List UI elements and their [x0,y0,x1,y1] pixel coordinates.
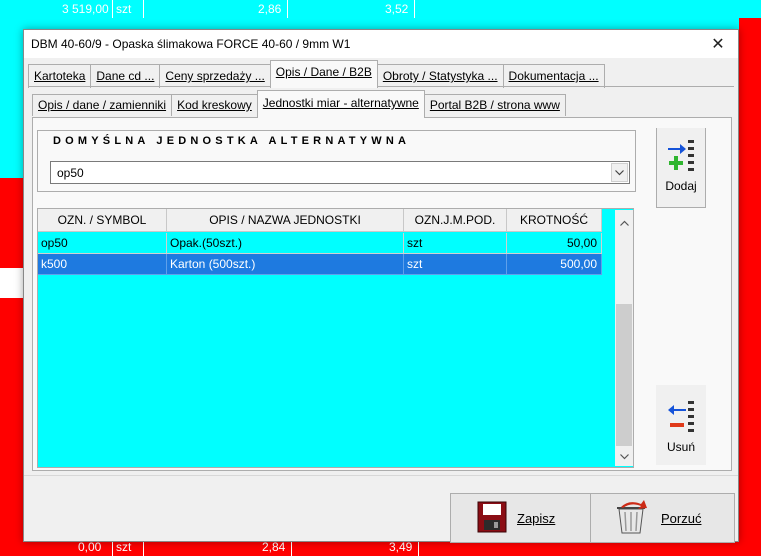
tabs-divider [28,86,734,87]
cell-factor: 500,00 [507,254,602,275]
delete-unit-button[interactable]: Usuń [656,385,706,465]
bg-red-left-lower [0,298,23,538]
trash-bin-icon [611,499,651,538]
delete-unit-label: Usuń [666,440,695,454]
scroll-thumb[interactable] [616,304,632,446]
bg-top-qty: 3 519,00 [62,0,113,18]
column-header-name[interactable]: OPIS / NAZWA JEDNOSTKI [167,209,404,232]
default-unit-value: op50 [57,166,84,180]
title-bar[interactable]: DBM 40-60/9 - Opaska ślimakowa FORCE 40-… [24,30,738,58]
cell-base-unit: szt [404,233,507,254]
background-top-row: 3 519,00 szt 2,86 3,52 [0,0,761,18]
scroll-down-icon[interactable] [615,448,633,466]
bg-top-unit: szt [116,0,144,18]
cancel-button[interactable]: Porzuć [590,493,735,543]
cell-symbol: op50 [38,233,167,254]
tab-opis-dane-b2b[interactable]: Opis / Dane / B2B [269,60,378,88]
tab-dane-cd[interactable]: Dane cd ... [90,64,161,88]
tab-portal-b2b[interactable]: Portal B2B / strona www [423,94,566,116]
cancel-label: Porzuć [661,510,702,526]
bg-top-price2: 3,52 [385,0,415,18]
save-button[interactable]: Zapisz [450,493,595,543]
add-unit-label: Dodaj [665,179,697,193]
bg-red-right [739,18,761,538]
main-tabs: Kartoteka Dane cd ... Ceny sprzedaży ...… [28,60,605,88]
table-row-selected[interactable]: k500 Karton (500szt.) szt 500,00 [38,254,602,275]
default-unit-group: DOMYŚLNA JEDNOSTKA ALTERNATYWNA op50 [37,130,636,192]
add-unit-button[interactable]: Dodaj [656,128,706,208]
table-row[interactable]: op50 Opak.(50szt.) szt 50,00 [38,233,602,254]
units-dialog: DBM 40-60/9 - Opaska ślimakowa FORCE 40-… [23,29,739,543]
column-header-factor[interactable]: KROTNOŚĆ [507,209,602,232]
chevron-down-icon[interactable] [611,163,628,182]
tab-kartoteka[interactable]: Kartoteka [28,64,92,88]
grid-scrollbar[interactable] [615,210,633,466]
cell-name: Karton (500szt.) [167,254,404,275]
scroll-up-icon[interactable] [615,214,633,232]
bg-white-left-block [0,268,23,298]
cell-base-unit: szt [404,254,507,275]
bg-top-price1: 2,86 [258,0,288,18]
column-header-base-unit[interactable]: OZN.J.M.POD. [404,209,507,232]
tab-ceny-sprzedazy[interactable]: Ceny sprzedaży ... [159,64,271,88]
floppy-disk-icon [477,501,507,536]
bg-red-left-block [0,178,23,268]
close-button[interactable]: ✕ [698,30,738,58]
tab-dokumentacja[interactable]: Dokumentacja ... [502,64,605,88]
save-label: Zapisz [517,510,556,526]
default-unit-select[interactable]: op50 [50,161,630,184]
cell-factor: 50,00 [507,233,602,254]
tab-kod-kreskowy[interactable]: Kod kreskowy [171,94,258,116]
add-row-icon [666,138,696,177]
tab-opis-zamienniki[interactable]: Opis / dane / zamienniki [32,94,173,116]
remove-row-icon [666,399,696,438]
grid-header: OZN. / SYMBOL OPIS / NAZWA JEDNOSTKI OZN… [38,209,602,232]
footer-bar: Zapisz Porzuć [24,475,738,543]
tab-jednostki-alternatywne[interactable]: Jednostki miar - alternatywne [256,90,425,118]
default-unit-title: DOMYŚLNA JEDNOSTKA ALTERNATYWNA [53,135,411,147]
cell-symbol: k500 [38,254,167,275]
column-header-symbol[interactable]: OZN. / SYMBOL [38,209,167,232]
dialog-title: DBM 40-60/9 - Opaska ślimakowa FORCE 40-… [31,37,351,51]
tab-obroty-statystyka[interactable]: Obroty / Statystyka ... [376,64,504,88]
cell-name: Opak.(50szt.) [167,233,404,254]
units-grid: OZN. / SYMBOL OPIS / NAZWA JEDNOSTKI OZN… [37,208,634,468]
sub-tabs: Opis / dane / zamienniki Kod kreskowy Je… [32,90,566,118]
